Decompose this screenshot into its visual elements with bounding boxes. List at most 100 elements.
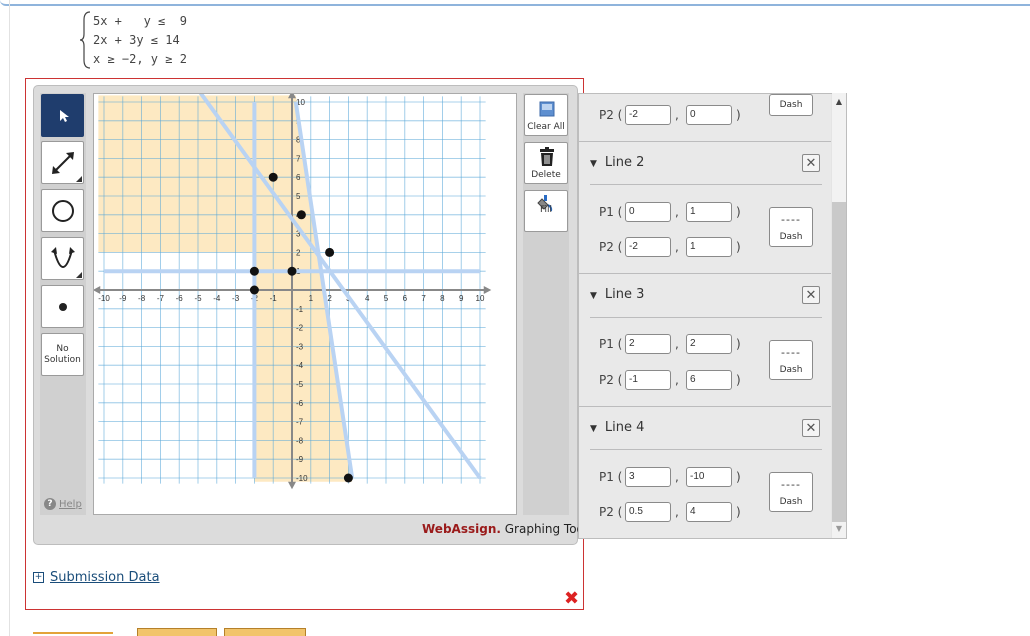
y-tick-label: -7: [296, 418, 304, 427]
p1-label: P1 (: [599, 470, 623, 484]
line-3-p2-x-input[interactable]: -1: [625, 370, 671, 390]
line-4-p2-x-input[interactable]: 0.5: [625, 502, 671, 522]
submission-data-label: Submission Data: [50, 570, 160, 585]
y-axis-arrow-down: [288, 481, 296, 490]
line-1-p2-y-input[interactable]: 0: [686, 105, 732, 125]
line-2-remove-button[interactable]: ✕: [802, 154, 820, 172]
p1-label: P1 (: [599, 337, 623, 351]
line-2-p1-x-input[interactable]: 0: [625, 202, 671, 222]
y-tick-label: 2: [296, 248, 301, 257]
close-paren: ): [736, 505, 741, 519]
submission-data-toggle[interactable]: + Submission Data: [33, 570, 160, 585]
section-divider: [590, 317, 822, 318]
y-tick-label: -4: [296, 361, 304, 370]
dash-label: Dash: [779, 497, 803, 507]
line-2-p1-y-input[interactable]: 1: [686, 202, 732, 222]
comma: ,: [675, 108, 679, 122]
line-3-remove-button[interactable]: ✕: [802, 286, 820, 304]
top-border: [0, 0, 1030, 6]
x-tick-label: 10: [476, 294, 485, 303]
close-paren: ): [736, 108, 741, 122]
partial-label-bar: [33, 632, 113, 634]
parabola-tool-button[interactable]: [41, 237, 84, 280]
graph-canvas[interactable]: -10-9-8-7-6-5-4-3-2-11234567891010987654…: [92, 88, 517, 515]
scroll-down-icon[interactable]: ▼: [832, 524, 846, 533]
plotted-point: [343, 473, 353, 483]
help-link[interactable]: ? Help: [44, 498, 82, 510]
comma: ,: [675, 373, 679, 387]
partial-button[interactable]: [224, 628, 306, 636]
clear-all-button[interactable]: Clear All: [524, 94, 568, 136]
y-tick-label: 7: [296, 154, 301, 163]
scroll-up-icon[interactable]: ▲: [832, 97, 846, 106]
line-4-dash-button[interactable]: ---- Dash: [769, 472, 813, 512]
line-1-dash-button[interactable]: Dash: [769, 94, 813, 116]
line-3-p1-x-input[interactable]: 2: [625, 334, 671, 354]
x-tick-label: 6: [403, 294, 408, 303]
line-4-header[interactable]: ▼ Line 4: [590, 420, 644, 435]
line-2-header[interactable]: ▼ Line 2: [590, 155, 644, 170]
y-axis-arrow-up: [288, 90, 296, 99]
line-2-p2-y-input[interactable]: 1: [686, 237, 732, 257]
delete-button[interactable]: Delete: [524, 142, 568, 184]
solution-region: [98, 95, 353, 482]
pointer-tool-button[interactable]: [41, 94, 84, 137]
circle-icon: [51, 199, 74, 222]
expand-icon: +: [33, 572, 44, 583]
x-tick-label: 2: [327, 294, 332, 303]
dash-lines: ----: [781, 213, 801, 226]
x-tick-label: 5: [384, 294, 389, 303]
x-tick-label: 9: [459, 294, 464, 303]
line-2-p2-x-input[interactable]: -2: [625, 237, 671, 257]
graph-svg[interactable]: -10-9-8-7-6-5-4-3-2-11234567891010987654…: [92, 88, 516, 514]
line-3-dash-button[interactable]: ---- Dash: [769, 340, 813, 380]
close-paren: ): [736, 373, 741, 387]
no-solution-button[interactable]: No Solution: [41, 333, 84, 376]
inequality-system: 5x + y ≤ 9 2x + 3y ≤ 14 x ≥ −2, y ≥ 2: [79, 10, 220, 70]
comma: ,: [675, 337, 679, 351]
y-tick-label: -6: [296, 399, 304, 408]
x-tick-label: -1: [270, 294, 278, 303]
incorrect-mark-icon: ✖: [564, 588, 580, 609]
x-tick-label: -10: [98, 294, 110, 303]
next-part-buttons: [33, 628, 313, 636]
x-tick-label: -3: [232, 294, 240, 303]
plotted-point: [296, 210, 306, 220]
parabola-icon: [50, 246, 75, 268]
line-4-p1-x-input[interactable]: 3: [625, 467, 671, 487]
close-icon: ✕: [805, 420, 817, 436]
y-tick-label: -1: [296, 305, 304, 314]
line-4-p2-y-input[interactable]: 4: [686, 502, 732, 522]
inequality-1: 5x + y ≤ 9: [93, 14, 187, 28]
y-tick-label: -3: [296, 342, 304, 351]
line-4-remove-button[interactable]: ✕: [802, 419, 820, 437]
fill-button[interactable]: Fill: [524, 190, 568, 232]
submenu-corner-icon: [76, 176, 82, 182]
close-icon: ✕: [805, 287, 817, 303]
plotted-point: [268, 172, 278, 182]
comma: ,: [675, 505, 679, 519]
line-3-header[interactable]: ▼ Line 3: [590, 287, 644, 302]
point-icon: [58, 302, 67, 311]
y-tick-label: 6: [296, 173, 301, 182]
y-tick-label: -8: [296, 436, 304, 445]
trash-icon: [540, 147, 554, 166]
circle-tool-button[interactable]: [41, 189, 84, 232]
no-solution-label: No Solution: [44, 344, 81, 366]
y-tick-label: -10: [296, 474, 308, 483]
line-3-p1-y-input[interactable]: 2: [686, 334, 732, 354]
p2-label: P2 (: [599, 373, 623, 387]
submenu-corner-icon: [76, 272, 82, 278]
x-tick-label: -5: [194, 294, 202, 303]
line-1-p2-x-input[interactable]: -2: [625, 105, 671, 125]
line-3-p2-y-input[interactable]: 6: [686, 370, 732, 390]
left-rule: [9, 0, 10, 636]
point-tool-button[interactable]: [41, 285, 84, 328]
scrollbar-thumb[interactable]: [832, 202, 846, 522]
partial-button[interactable]: [137, 628, 217, 636]
brace-icon: [79, 11, 91, 69]
x-tick-label: 8: [440, 294, 445, 303]
line-2-dash-button[interactable]: ---- Dash: [769, 207, 813, 247]
line-tool-button[interactable]: [41, 141, 84, 184]
line-4-p1-y-input[interactable]: -10: [686, 467, 732, 487]
